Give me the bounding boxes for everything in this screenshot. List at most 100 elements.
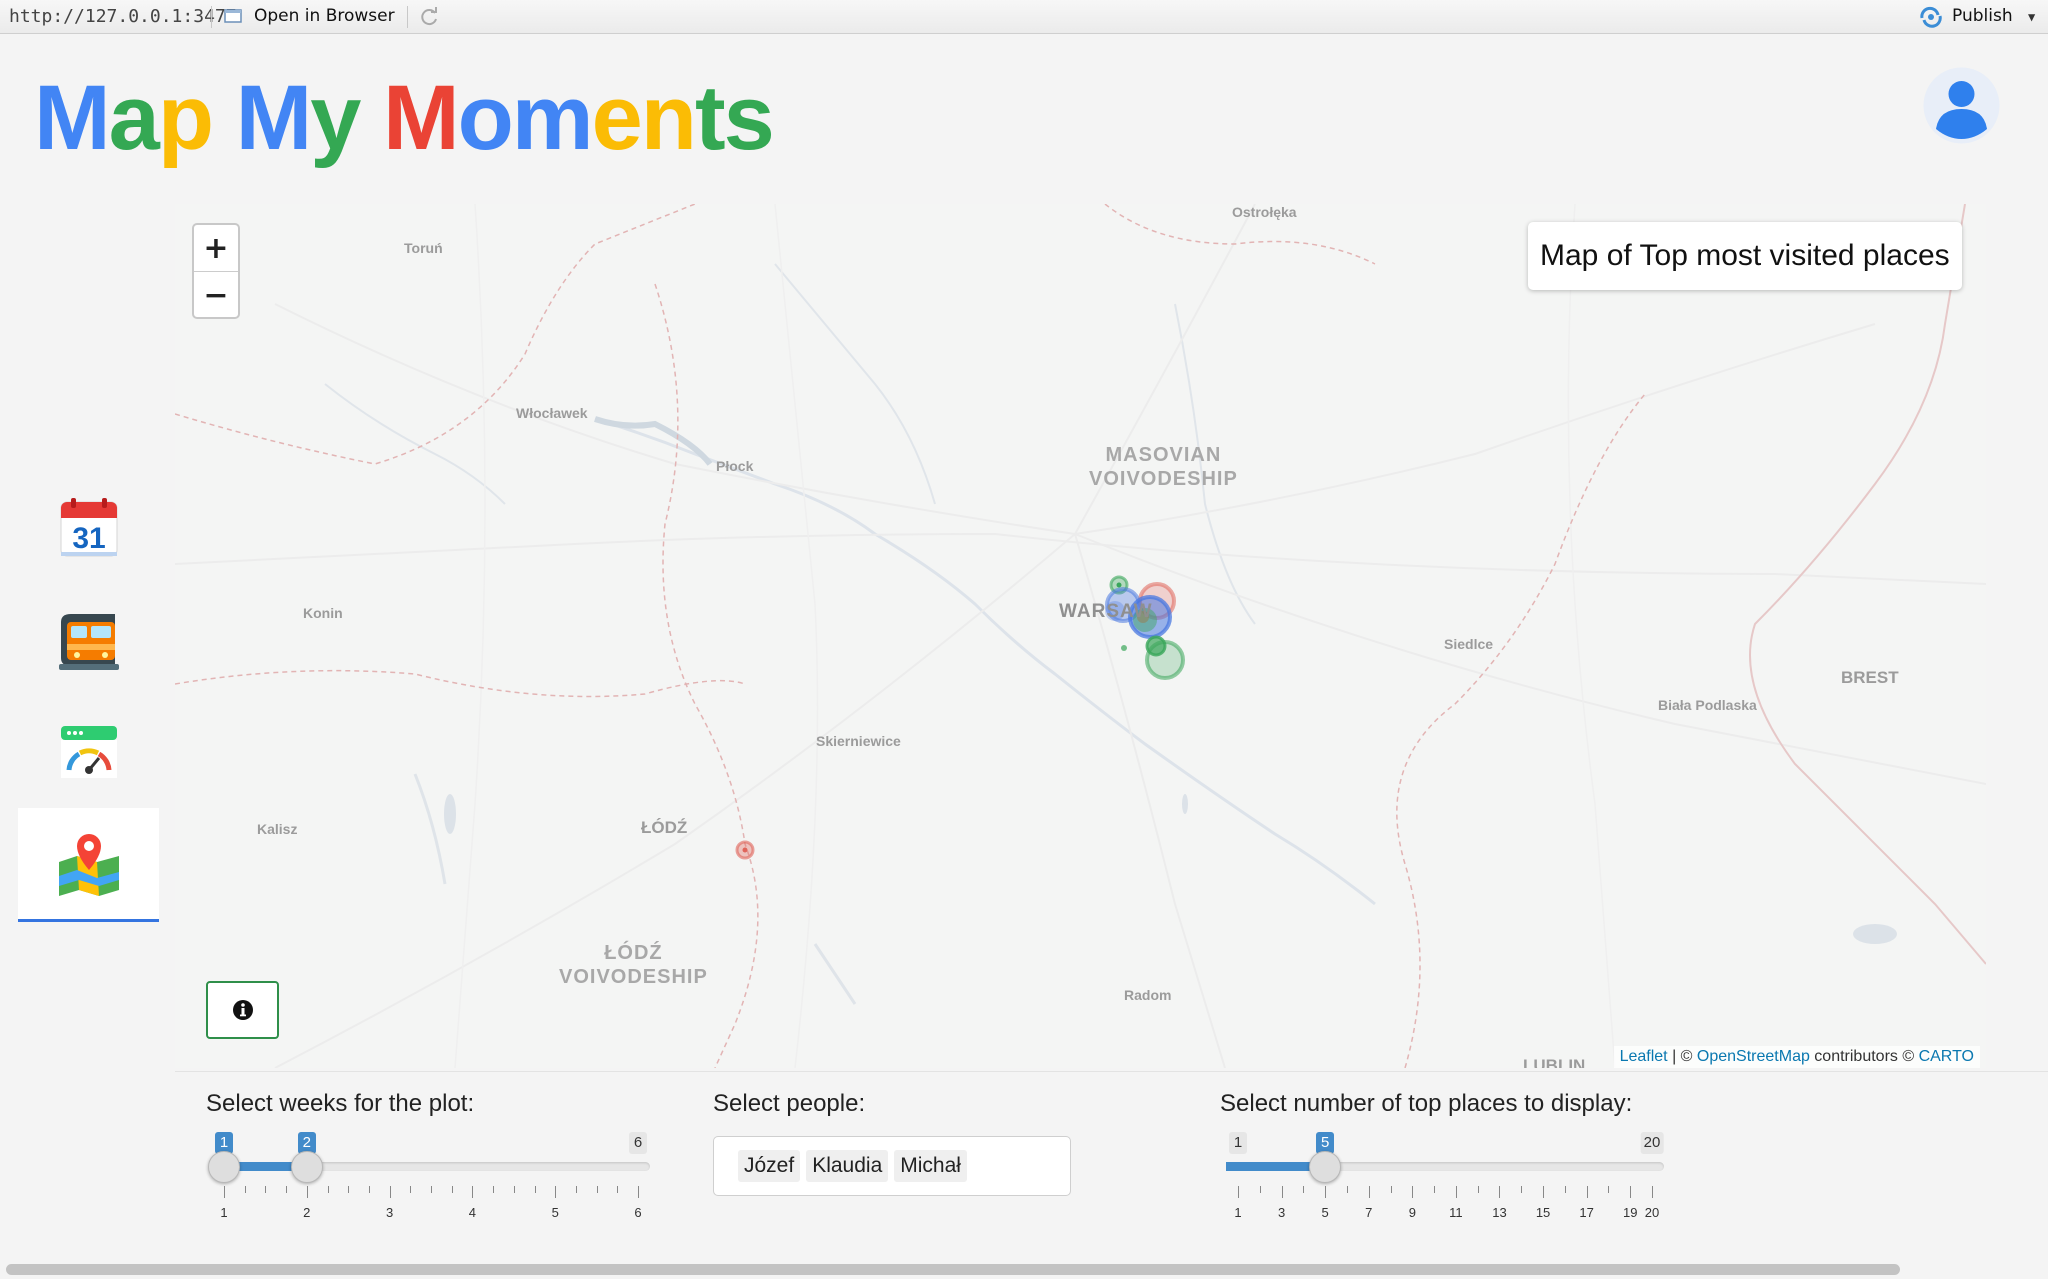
people-label: Select people: <box>713 1090 866 1117</box>
slider-tick <box>1499 1186 1501 1198</box>
ide-toolbar: http://127.0.0.1:3477 Open in Browser Pu… <box>0 0 2048 34</box>
slider-tick <box>493 1186 495 1193</box>
slider-tick <box>534 1186 536 1193</box>
slider-tick <box>327 1186 329 1193</box>
app-title: Map My Moments <box>34 58 775 178</box>
slider-tick <box>1238 1186 1239 1198</box>
publish-dropdown-icon[interactable]: ▼ <box>2028 10 2035 24</box>
slider-tick-label: 5 <box>1321 1205 1329 1220</box>
open-in-browser-button[interactable]: Open in Browser <box>254 6 395 26</box>
slider-tick-label: 3 <box>385 1205 394 1220</box>
title-letter: n <box>640 67 697 169</box>
slider-handle-from[interactable] <box>208 1151 240 1183</box>
slider-tick-label: 13 <box>1492 1205 1507 1220</box>
info-button[interactable] <box>206 981 279 1039</box>
slider-tick <box>1586 1186 1588 1198</box>
slider-tick-label: 17 <box>1579 1205 1594 1220</box>
slider-tick-label: 2 <box>303 1205 311 1220</box>
slider-tick-label: 5 <box>551 1205 559 1220</box>
place-label-brest: BREST <box>1841 668 1899 687</box>
slider-max-label: 20 <box>1640 1132 1664 1154</box>
slider-tick-label: 1 <box>1234 1205 1242 1220</box>
region-label-line: ŁÓDŹ <box>604 942 663 964</box>
nav-transport[interactable] <box>18 588 159 692</box>
slider-tick <box>1325 1186 1327 1198</box>
slider-tick-label: 15 <box>1535 1205 1551 1220</box>
refresh-icon[interactable] <box>418 6 440 28</box>
slider-tick <box>265 1186 267 1193</box>
calendar-icon: 31 <box>60 498 117 557</box>
person-chip[interactable]: Michał <box>894 1150 967 1182</box>
nav-calendar[interactable]: 31 <box>18 476 159 580</box>
map-tiles <box>175 204 1986 1068</box>
carto-link[interactable]: CARTO <box>1919 1048 1974 1065</box>
place-marker <box>1116 582 1122 588</box>
title-letter: s <box>723 67 775 169</box>
scrollbar-thumb[interactable] <box>6 1264 1900 1275</box>
zoom-out-button[interactable]: − <box>194 271 238 318</box>
slider-tick <box>513 1186 515 1193</box>
openstreetmap-link[interactable]: OpenStreetMap <box>1697 1048 1810 1065</box>
slider-tick <box>1455 1186 1457 1198</box>
slider-handle[interactable] <box>1309 1151 1342 1183</box>
place-label-skierniewice: Skierniewice <box>816 733 901 749</box>
person-chip[interactable]: Józef <box>738 1150 801 1182</box>
slider-tick <box>1564 1186 1566 1193</box>
place-label-kalisz: Kalisz <box>257 821 298 837</box>
slider-tick-label: 9 <box>1408 1205 1416 1220</box>
title-letter: t <box>694 67 726 169</box>
slider-tick <box>1543 1186 1545 1198</box>
slider-tick-label: 11 <box>1449 1205 1463 1220</box>
speedometer-icon <box>60 726 117 778</box>
slider-tick <box>1259 1186 1261 1193</box>
slider-tick <box>389 1186 391 1198</box>
person-chip[interactable]: Klaudia <box>806 1150 889 1182</box>
slider-tick <box>431 1186 432 1193</box>
attribution-contributors: contributors © <box>1809 1048 1919 1065</box>
user-avatar-icon[interactable] <box>1923 67 2000 144</box>
horizontal-scrollbar[interactable] <box>0 1260 2048 1279</box>
slider-tick <box>617 1186 619 1193</box>
nav-dashboard[interactable] <box>18 698 159 802</box>
slider-tick <box>286 1186 288 1193</box>
title-letter: M <box>382 67 460 169</box>
leaflet-link[interactable]: Leaflet <box>1620 1048 1668 1065</box>
slider-tick-label: 6 <box>634 1205 642 1220</box>
place-label-torun: Toruń <box>404 240 443 256</box>
slider-handle-to[interactable] <box>290 1151 323 1183</box>
zoom-in-button[interactable]: + <box>194 225 238 271</box>
title-letter: a <box>108 67 160 169</box>
nav-map[interactable] <box>18 808 159 922</box>
place-label-ostroleka: Ostrołęka <box>1232 204 1297 220</box>
slider-tick <box>451 1186 453 1193</box>
title-letter <box>212 58 236 178</box>
slider-tick <box>368 1186 370 1193</box>
slider-tick-label: 7 <box>1365 1205 1373 1220</box>
open-in-browser-icon[interactable] <box>224 8 242 24</box>
slider-tick-label: 20 <box>1644 1205 1660 1220</box>
place-marker <box>1145 640 1185 680</box>
publish-button[interactable]: Publish <box>1952 6 2013 26</box>
title-letter: m <box>511 67 594 169</box>
region-label-line: VOIVODESHIP <box>1089 468 1238 490</box>
map-title: Map of Top most visited places <box>1528 222 1962 290</box>
slider-tick <box>1434 1186 1436 1193</box>
place-label-lublin: LUBLIN <box>1523 1056 1586 1068</box>
attribution-separator: | © <box>1667 1048 1697 1065</box>
publish-icon[interactable] <box>1919 6 1943 28</box>
slider-tick-label: 19 <box>1622 1205 1638 1220</box>
slider-min-label: 1 <box>1229 1132 1247 1154</box>
top-places-label: Select number of top places to display: <box>1220 1090 1633 1117</box>
zoom-control: + − <box>192 223 240 319</box>
leaflet-map[interactable]: Toruń Ostrołęka Włocławek Płock Konin WA… <box>175 204 1986 1068</box>
region-label-line: MASOVIAN <box>1105 444 1222 466</box>
slider-tick <box>1390 1186 1392 1193</box>
info-icon <box>232 1000 253 1020</box>
toolbar-divider <box>407 6 408 28</box>
slider-tick <box>472 1186 474 1198</box>
slider-tick <box>1608 1186 1610 1193</box>
slider-tick <box>1281 1186 1283 1198</box>
people-select-input[interactable]: Józef Klaudia Michał <box>713 1136 1071 1196</box>
slider-tick <box>348 1186 350 1193</box>
title-letter: M <box>235 67 313 169</box>
